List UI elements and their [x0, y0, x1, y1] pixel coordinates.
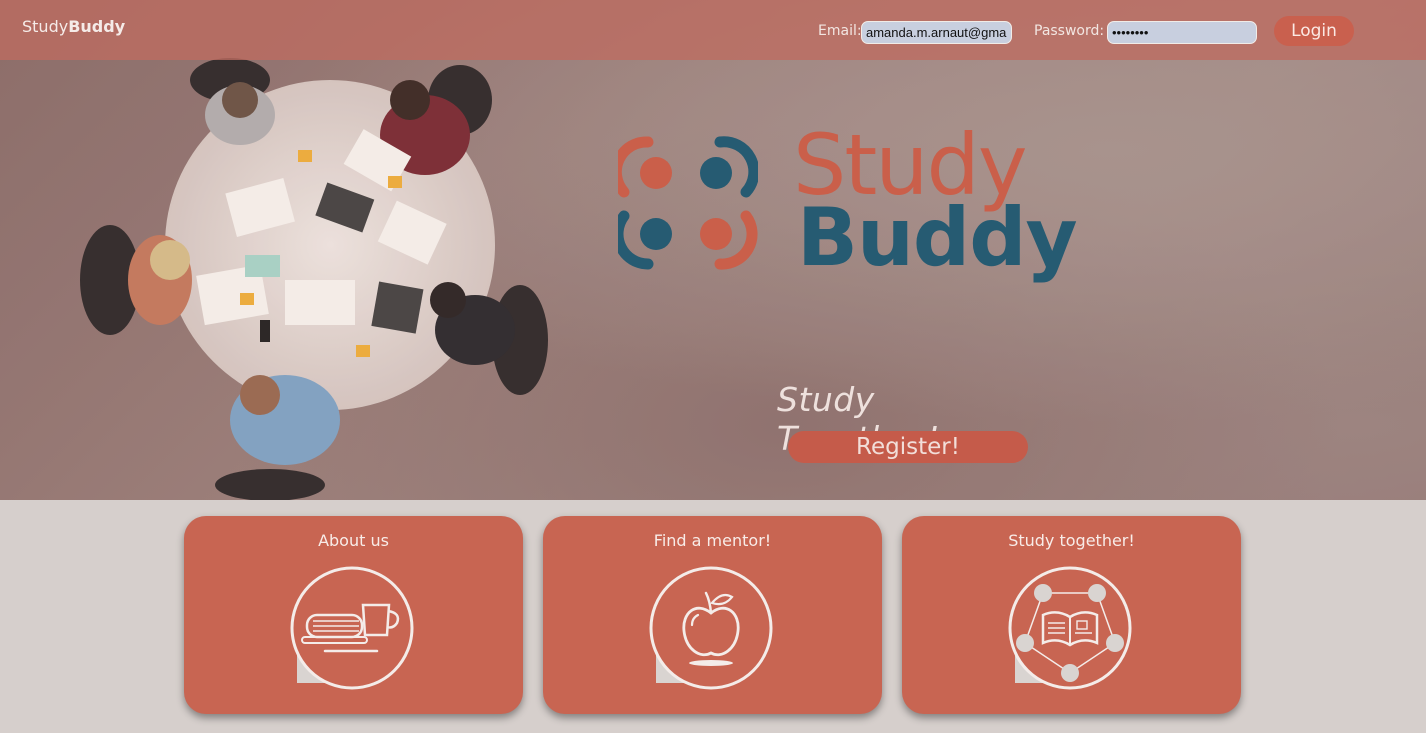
students-photo: [80, 58, 548, 500]
apple-icon: [649, 566, 773, 690]
find-mentor-card[interactable]: Find a mentor!: [543, 516, 882, 714]
logo-buddy-text: Buddy: [797, 191, 1078, 284]
brand-logo-text[interactable]: StudyBuddy: [22, 17, 125, 36]
about-us-card[interactable]: About us: [184, 516, 523, 714]
email-label: Email:: [818, 23, 862, 39]
study-together-card[interactable]: Study together!: [902, 516, 1241, 714]
book-coffee-icon: [290, 566, 414, 690]
register-button[interactable]: Register!: [788, 431, 1028, 463]
card-title: Find a mentor!: [653, 531, 772, 550]
hero-banner: Study Buddy Study Together! Register!: [0, 0, 1426, 500]
top-navbar: StudyBuddy Email: Password: Login: [0, 0, 1426, 60]
card-title: Study together!: [1008, 531, 1135, 550]
study-network-icon: [1008, 566, 1132, 690]
brand-buddy: Buddy: [68, 17, 126, 36]
login-button[interactable]: Login: [1274, 16, 1354, 46]
studybuddy-logo-icon: [618, 136, 758, 270]
brand-study: Study: [22, 17, 69, 36]
password-label: Password:: [1034, 23, 1105, 39]
password-field[interactable]: [1107, 21, 1257, 44]
email-field[interactable]: [861, 21, 1012, 44]
card-title: About us: [318, 531, 389, 550]
